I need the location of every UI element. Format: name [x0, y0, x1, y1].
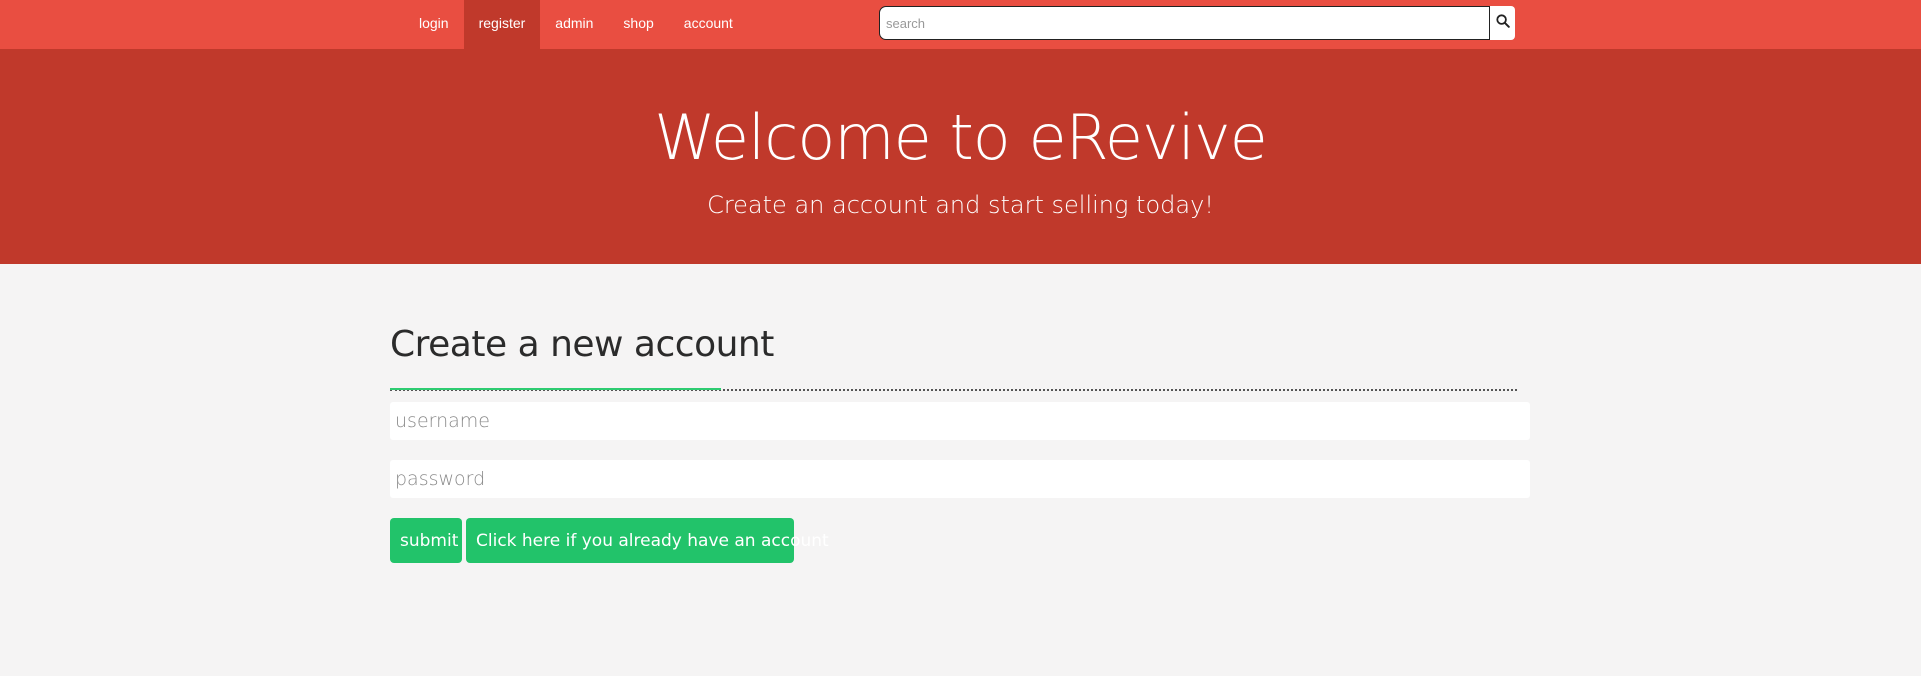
search-input[interactable]: [879, 6, 1490, 40]
top-navbar: login register admin shop account: [0, 0, 1921, 49]
hero-title: Welcome to eRevive: [654, 101, 1268, 174]
nav-link-login[interactable]: login: [404, 0, 464, 49]
hero-subtitle: Create an account and start selling toda…: [707, 191, 1214, 219]
search-bar: [879, 6, 1515, 40]
username-field[interactable]: [390, 402, 1530, 440]
hero-banner: Welcome to eRevive Create an account and…: [0, 49, 1921, 264]
nav-link-admin[interactable]: admin: [540, 0, 608, 49]
search-button[interactable]: [1490, 6, 1515, 40]
nav-links: login register admin shop account: [404, 0, 748, 49]
nav-link-shop[interactable]: shop: [608, 0, 668, 49]
search-icon: [1495, 14, 1510, 28]
heading-divider-accent: [390, 388, 721, 390]
submit-button[interactable]: submit: [390, 518, 462, 563]
nav-link-account[interactable]: account: [669, 0, 748, 49]
already-have-account-button[interactable]: Click here if you already have an accoun…: [466, 518, 829, 563]
form-heading: Create a new account: [390, 324, 774, 365]
nav-link-register[interactable]: register: [463, 0, 541, 49]
password-field[interactable]: [390, 460, 1530, 498]
